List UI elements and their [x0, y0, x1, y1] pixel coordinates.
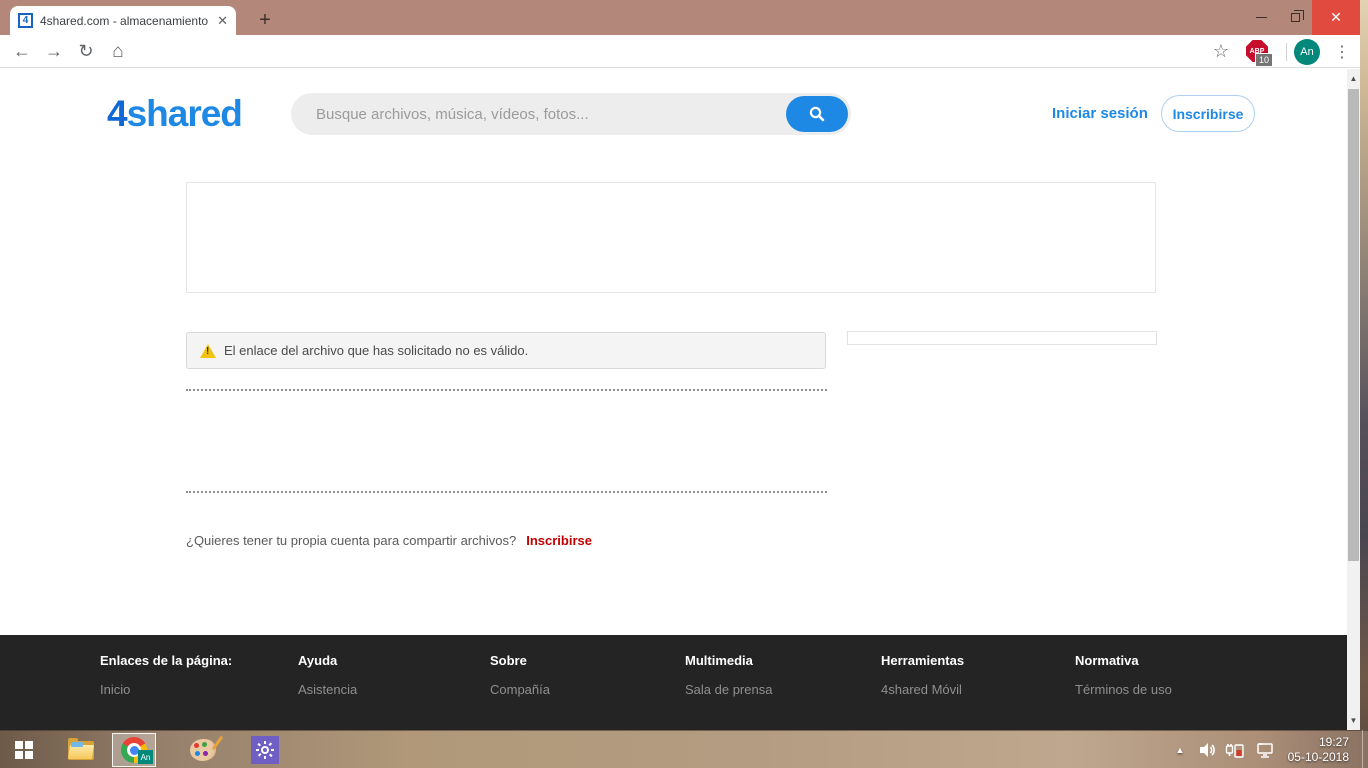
footer-column-multimedia: Multimedia Sala de prensa — [685, 653, 772, 697]
show-desktop-button[interactable] — [1362, 730, 1368, 768]
browser-window: 4 4shared.com - almacenamiento y ✕ + ✕ ←… — [0, 0, 1360, 730]
desktop: 4 4shared.com - almacenamiento y ✕ + ✕ ←… — [0, 0, 1368, 768]
tab-strip: 4 4shared.com - almacenamiento y ✕ + ✕ — [0, 0, 1360, 35]
chrome-profile-badge: An — [138, 750, 153, 764]
bookmark-star-icon[interactable]: ☆ — [1207, 35, 1235, 68]
new-tab-button[interactable]: + — [252, 8, 278, 34]
browser-toolbar: ← → ↻ ⌂ i https://www.4shared.com/file/q… — [0, 35, 1360, 68]
error-text: El enlace del archivo que has solicitado… — [224, 343, 528, 358]
page-viewport: 4shared Iniciar sesión Inscribirse El en… — [0, 69, 1347, 730]
gear-icon — [251, 736, 279, 764]
footer-link[interactable]: Inicio — [100, 682, 232, 697]
scroll-down-icon[interactable]: ▼ — [1347, 713, 1360, 728]
footer-link[interactable]: Sala de prensa — [685, 682, 772, 697]
footer-link[interactable]: 4shared Móvil — [881, 682, 964, 697]
forward-icon[interactable]: → — [40, 35, 68, 68]
browser-tab[interactable]: 4 4shared.com - almacenamiento y ✕ — [10, 6, 236, 35]
network-icon[interactable] — [1252, 731, 1278, 768]
tab-close-icon[interactable]: ✕ — [217, 13, 228, 29]
taskbar-settings[interactable] — [248, 731, 282, 768]
dotted-divider-bottom — [186, 491, 827, 493]
clock-time: 19:27 — [1319, 735, 1349, 750]
back-icon[interactable]: ← — [8, 35, 36, 68]
taskbar-file-explorer[interactable] — [64, 731, 98, 768]
restore-button[interactable] — [1278, 0, 1312, 35]
clock-date: 05-10-2018 — [1288, 750, 1349, 765]
taskbar-chrome-active[interactable]: An — [112, 733, 156, 767]
taskbar: An ▲ 19:27 05-10-2018 — [0, 730, 1368, 768]
content-placeholder-box — [186, 182, 1156, 293]
search-button[interactable] — [786, 96, 848, 132]
site-logo[interactable]: 4shared — [107, 93, 242, 135]
footer-column-sobre: Sobre Compañía — [490, 653, 550, 697]
home-icon[interactable]: ⌂ — [104, 35, 132, 68]
site-footer: Enlaces de la página: Inicio Ayuda Asist… — [0, 635, 1347, 730]
windows-logo-icon — [15, 741, 33, 759]
footer-column-normativa: Normativa Términos de uso — [1075, 653, 1172, 697]
battery-power-icon[interactable] — [1222, 731, 1248, 768]
footer-link[interactable]: Asistencia — [298, 682, 357, 697]
footer-column-herramientas: Herramientas 4shared Móvil — [881, 653, 964, 697]
start-button[interactable] — [8, 731, 40, 768]
volume-icon[interactable] — [1196, 731, 1220, 768]
login-link[interactable]: Iniciar sesión — [1052, 105, 1148, 122]
tray-chevron-icon[interactable]: ▲ — [1168, 731, 1192, 768]
dotted-divider-top — [186, 389, 827, 391]
paint-palette-icon — [190, 739, 216, 761]
page-scrollbar[interactable]: ▲ ▼ — [1347, 69, 1360, 730]
scrollbar-thumb[interactable] — [1348, 89, 1359, 561]
chrome-menu-icon[interactable]: ⋮ — [1330, 35, 1354, 68]
tab-title: 4shared.com - almacenamiento y — [40, 14, 210, 28]
taskbar-paint[interactable] — [186, 731, 220, 768]
signup-button[interactable]: Inscribirse — [1161, 95, 1255, 132]
taskbar-clock[interactable]: 19:27 05-10-2018 — [1283, 731, 1349, 768]
search-bar — [291, 93, 851, 135]
footer-column-ayuda: Ayuda Asistencia — [298, 653, 357, 697]
toolbar-divider — [1286, 43, 1287, 61]
reload-icon[interactable]: ↻ — [72, 35, 100, 68]
site-favicon-icon: 4 — [18, 13, 33, 28]
footer-link[interactable]: Compañía — [490, 682, 550, 697]
search-input[interactable] — [291, 93, 771, 135]
window-controls: ✕ — [1244, 0, 1360, 35]
minimize-button[interactable] — [1244, 0, 1278, 35]
profile-avatar[interactable]: An — [1294, 39, 1320, 65]
search-icon — [808, 105, 826, 123]
adblock-badge: 10 — [1255, 53, 1273, 67]
signup-prompt: ¿Quieres tener tu propia cuenta para com… — [186, 533, 592, 548]
close-button[interactable]: ✕ — [1312, 0, 1360, 35]
warning-icon — [200, 344, 216, 358]
footer-column-enlaces: Enlaces de la página: Inicio — [100, 653, 232, 697]
error-message-box: El enlace del archivo que has solicitado… — [186, 332, 826, 369]
folder-icon — [68, 741, 94, 760]
footer-link[interactable]: Términos de uso — [1075, 682, 1172, 697]
signup-prompt-link[interactable]: Inscribirse — [526, 533, 592, 548]
scroll-up-icon[interactable]: ▲ — [1347, 71, 1360, 86]
side-placeholder-box — [847, 331, 1157, 345]
